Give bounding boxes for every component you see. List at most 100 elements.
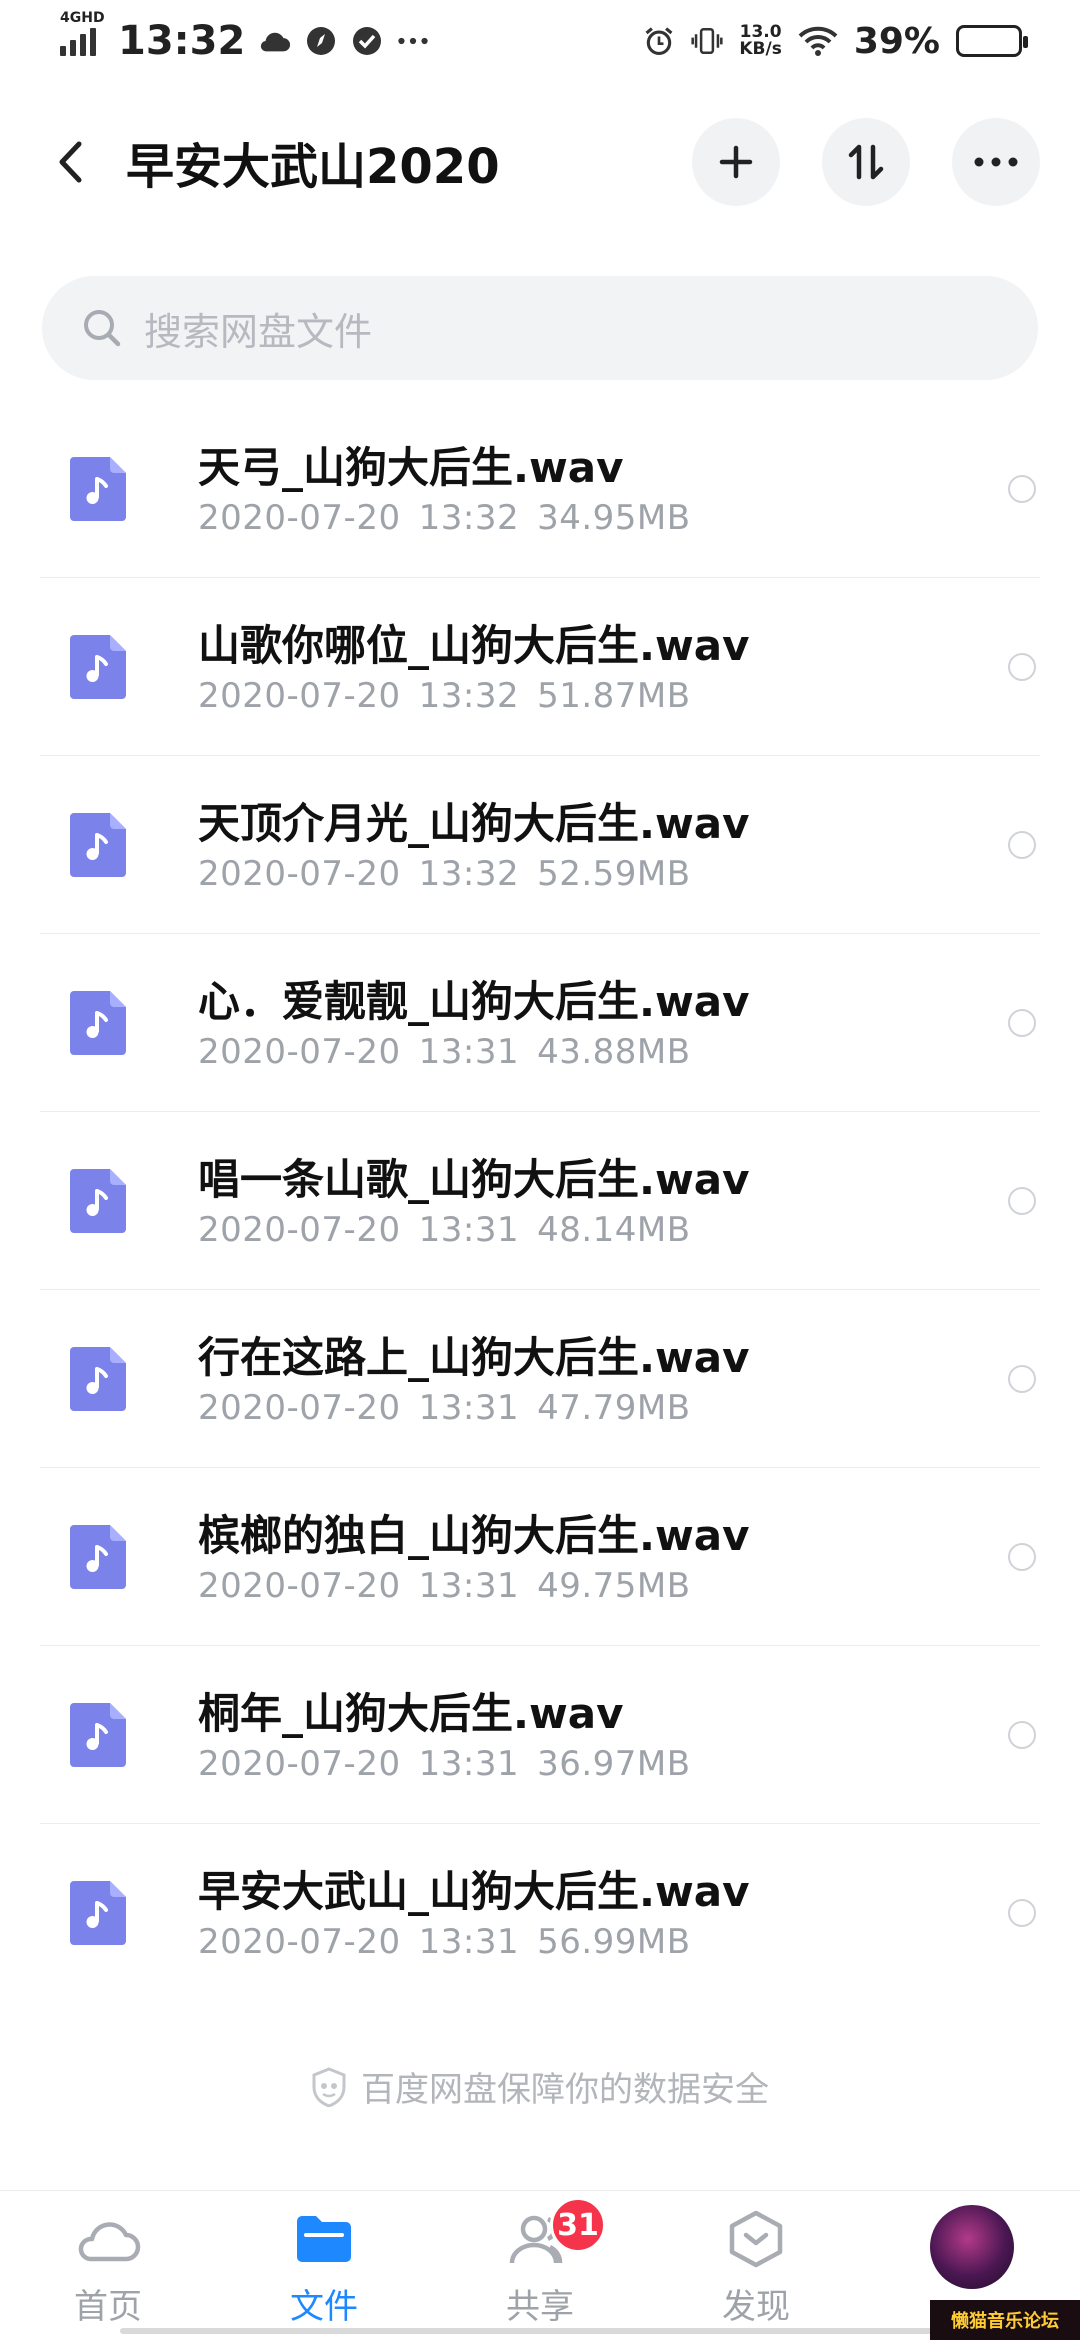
tab-home[interactable]: 首页 xyxy=(0,2205,216,2340)
tab-home-label: 首页 xyxy=(74,2287,142,2327)
file-name: 天顶介月光_山狗大后生.wav xyxy=(198,799,750,848)
home-indicator xyxy=(120,2328,960,2334)
audio-file-icon xyxy=(70,635,126,699)
audio-file-icon xyxy=(70,1169,126,1233)
file-date: 2020-07-20 xyxy=(198,1566,401,1606)
file-time: 13:32 xyxy=(418,498,520,538)
select-checkbox[interactable] xyxy=(1008,1187,1036,1215)
avatar xyxy=(930,2205,1014,2289)
page-title: 早安大武山2020 xyxy=(126,139,500,195)
safety-note-text: 百度网盘保障你的数据安全 xyxy=(361,2070,769,2110)
file-details: 2020-07-20 13:32 52.59MB xyxy=(198,854,1080,894)
file-row[interactable]: 山歌你哪位_山狗大后生.wav 2020-07-20 13:32 51.87MB xyxy=(0,578,1080,756)
discover-icon xyxy=(722,2205,790,2273)
select-checkbox[interactable] xyxy=(1008,1899,1036,1927)
share-badge: 31 xyxy=(550,2197,606,2253)
file-size: 47.79MB xyxy=(537,1388,691,1428)
select-checkbox[interactable] xyxy=(1008,1721,1036,1749)
file-date: 2020-07-20 xyxy=(198,1210,401,1250)
net-speed-unit: KB/s xyxy=(739,39,782,59)
file-row[interactable]: 桐年_山狗大后生.wav 2020-07-20 13:31 36.97MB xyxy=(0,1646,1080,1824)
file-row[interactable]: 天顶介月光_山狗大后生.wav 2020-07-20 13:32 52.59MB xyxy=(0,756,1080,934)
net-speed: 13.0 KB/s xyxy=(739,24,781,58)
file-size: 52.59MB xyxy=(537,854,691,894)
file-name: 天弓_山狗大后生.wav xyxy=(198,443,624,492)
file-details: 2020-07-20 13:31 48.14MB xyxy=(198,1210,1080,1250)
tab-share[interactable]: 31 共享 xyxy=(432,2197,648,2340)
file-name: 早安大武山_山狗大后生.wav xyxy=(198,1867,750,1916)
file-time: 13:32 xyxy=(418,854,520,894)
file-row[interactable]: 唱一条山歌_山狗大后生.wav 2020-07-20 13:31 48.14MB xyxy=(0,1112,1080,1290)
file-time: 13:31 xyxy=(418,1388,520,1428)
back-icon xyxy=(59,141,82,183)
battery-percent: 39% xyxy=(853,20,940,62)
more-icon xyxy=(974,157,1018,167)
file-row[interactable]: 行在这路上_山狗大后生.wav 2020-07-20 13:31 47.79MB xyxy=(0,1290,1080,1468)
bottom-tab-bar: 首页 文件 31 共享 发现 xyxy=(0,2190,1080,2340)
file-details: 2020-07-20 13:31 56.99MB xyxy=(198,1922,1080,1962)
file-date: 2020-07-20 xyxy=(198,1922,401,1962)
file-row[interactable]: 天弓_山狗大后生.wav 2020-07-20 13:32 34.95MB xyxy=(0,400,1080,578)
file-time: 13:31 xyxy=(418,1032,520,1072)
search-input[interactable]: 搜索网盘文件 xyxy=(42,276,1038,380)
header: 早安大武山2020 xyxy=(0,84,1080,240)
select-checkbox[interactable] xyxy=(1008,1365,1036,1393)
more-notifications-icon xyxy=(397,25,429,57)
file-name: 心．爱靓靓_山狗大后生.wav xyxy=(198,977,750,1026)
sort-icon xyxy=(848,144,884,180)
battery-icon xyxy=(956,25,1028,57)
sort-button[interactable] xyxy=(822,118,910,206)
file-name: 桐年_山狗大后生.wav xyxy=(198,1689,624,1738)
tab-discover[interactable]: 发现 xyxy=(648,2205,864,2340)
network-type: 4GHD xyxy=(60,10,105,26)
file-row[interactable]: 槟榔的独白_山狗大后生.wav 2020-07-20 13:31 49.75MB xyxy=(0,1468,1080,1646)
file-row[interactable]: 早安大武山_山狗大后生.wav 2020-07-20 13:31 56.99MB xyxy=(0,1824,1080,2002)
tab-share-label: 共享 xyxy=(506,2287,574,2327)
file-name: 行在这路上_山狗大后生.wav xyxy=(198,1333,750,1382)
file-date: 2020-07-20 xyxy=(198,1744,401,1784)
add-button[interactable] xyxy=(692,118,780,206)
back-button[interactable] xyxy=(40,132,100,192)
audio-file-icon xyxy=(70,1525,126,1589)
alarm-icon xyxy=(643,25,675,57)
file-time: 13:31 xyxy=(418,1210,520,1250)
file-time: 13:31 xyxy=(418,1566,520,1606)
file-details: 2020-07-20 13:31 49.75MB xyxy=(198,1566,1080,1606)
cloud-status-icon xyxy=(259,25,291,57)
file-name: 槟榔的独白_山狗大后生.wav xyxy=(198,1511,750,1560)
status-bar: 4GHD 13:32 13.0 KB/s 39% xyxy=(0,0,1080,82)
vibrate-icon xyxy=(691,25,723,57)
cloud-icon xyxy=(74,2205,142,2273)
file-size: 48.14MB xyxy=(537,1210,691,1250)
audio-file-icon xyxy=(70,457,126,521)
file-time: 13:31 xyxy=(418,1922,520,1962)
forum-watermark: 懒猫音乐论坛 xyxy=(930,2300,1080,2340)
select-checkbox[interactable] xyxy=(1008,475,1036,503)
select-checkbox[interactable] xyxy=(1008,653,1036,681)
select-checkbox[interactable] xyxy=(1008,1009,1036,1037)
folder-icon xyxy=(290,2205,358,2273)
check-status-icon xyxy=(351,25,383,57)
more-button[interactable] xyxy=(952,118,1040,206)
signal-icon: 4GHD xyxy=(60,10,105,56)
tab-discover-label: 发现 xyxy=(722,2287,790,2327)
compass-status-icon xyxy=(305,25,337,57)
file-date: 2020-07-20 xyxy=(198,498,401,538)
file-details: 2020-07-20 13:31 43.88MB xyxy=(198,1032,1080,1072)
file-size: 49.75MB xyxy=(537,1566,691,1606)
file-details: 2020-07-20 13:32 51.87MB xyxy=(198,676,1080,716)
safety-note: 百度网盘保障你的数据安全 xyxy=(0,2062,1080,2111)
file-time: 13:31 xyxy=(418,1744,520,1784)
file-date: 2020-07-20 xyxy=(198,854,401,894)
tab-files-label: 文件 xyxy=(290,2287,358,2327)
file-details: 2020-07-20 13:31 36.97MB xyxy=(198,1744,1080,1784)
file-name: 山歌你哪位_山狗大后生.wav xyxy=(198,621,750,670)
select-checkbox[interactable] xyxy=(1008,831,1036,859)
audio-file-icon xyxy=(70,991,126,1055)
tab-files[interactable]: 文件 xyxy=(216,2205,432,2340)
select-checkbox[interactable] xyxy=(1008,1543,1036,1571)
search-icon xyxy=(84,310,121,347)
file-row[interactable]: 心．爱靓靓_山狗大后生.wav 2020-07-20 13:31 43.88MB xyxy=(0,934,1080,1112)
file-size: 51.87MB xyxy=(537,676,691,716)
audio-file-icon xyxy=(70,813,126,877)
